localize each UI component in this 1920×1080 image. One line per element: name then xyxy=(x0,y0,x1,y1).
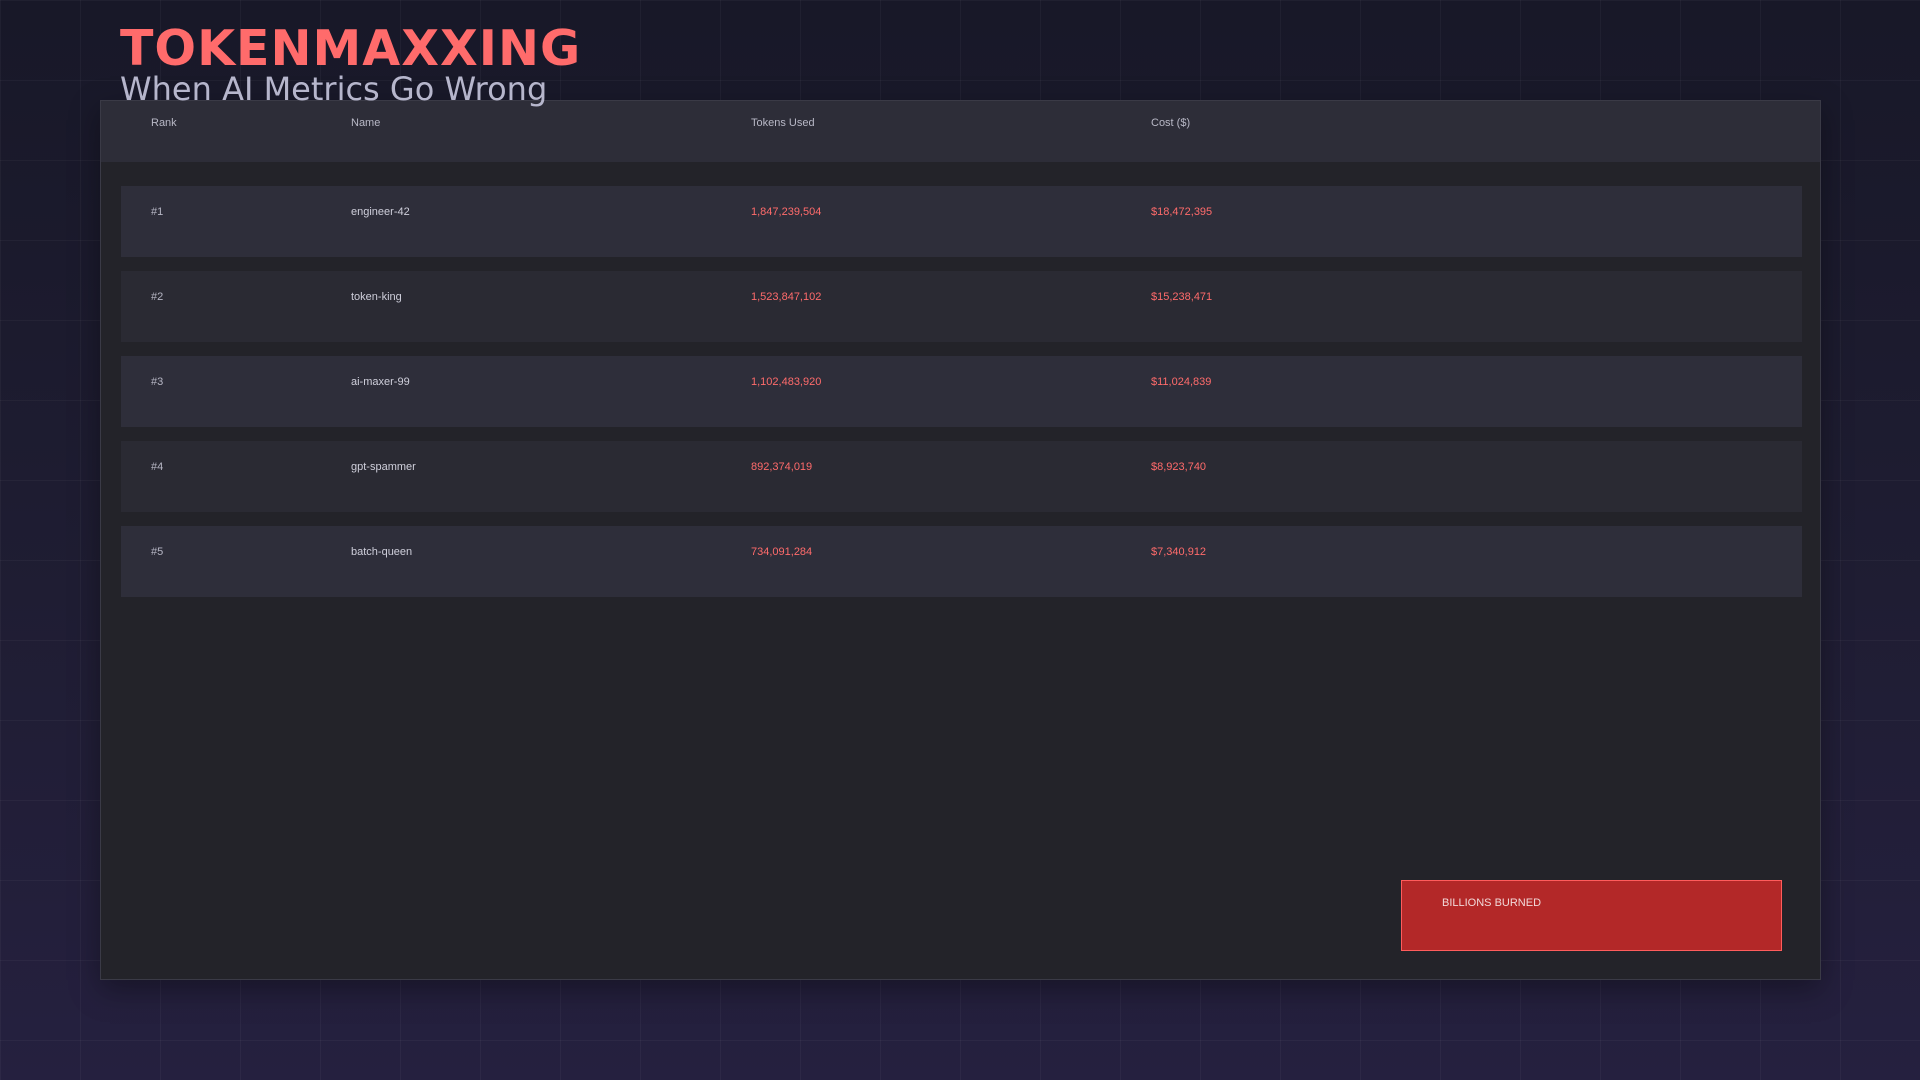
table-row: #4 gpt-spammer 892,374,019 $8,923,740 xyxy=(121,441,1802,512)
row-name: engineer-42 xyxy=(351,206,410,218)
row-rank: #2 xyxy=(151,291,164,303)
row-tokens: 892,374,019 xyxy=(751,461,813,473)
row-cost: $8,923,740 xyxy=(1151,461,1207,473)
row-rank: #5 xyxy=(151,546,164,558)
row-cost: $18,472,395 xyxy=(1151,206,1213,218)
table-header: Rank Name Tokens Used Cost ($) xyxy=(101,101,1820,162)
row-name: ai-maxer-99 xyxy=(351,376,410,388)
table-row: #2 token-king 1,523,847,102 $15,238,471 xyxy=(121,271,1802,342)
row-cost: $15,238,471 xyxy=(1151,291,1213,303)
page-title: TOKENMAXXING xyxy=(120,20,582,77)
row-rank: #4 xyxy=(151,461,164,473)
row-name: token-king xyxy=(351,291,402,303)
page-subtitle: When AI Metrics Go Wrong xyxy=(120,70,548,108)
row-name: gpt-spammer xyxy=(351,461,416,473)
column-header-cost: Cost ($) xyxy=(1151,117,1191,129)
row-rank: #3 xyxy=(151,376,164,388)
row-rank: #1 xyxy=(151,206,164,218)
column-header-tokens: Tokens Used xyxy=(751,117,815,129)
table-row: #1 engineer-42 1,847,239,504 $18,472,395 xyxy=(121,186,1802,257)
row-tokens: 1,523,847,102 xyxy=(751,291,822,303)
row-tokens: 1,102,483,920 xyxy=(751,376,822,388)
row-tokens: 734,091,284 xyxy=(751,546,813,558)
leaderboard-panel: Rank Name Tokens Used Cost ($) #1 engine… xyxy=(100,100,1821,980)
row-cost: $11,024,839 xyxy=(1151,376,1212,388)
table-row: #5 batch-queen 734,091,284 $7,340,912 xyxy=(121,526,1802,597)
column-header-name: Name xyxy=(351,117,381,129)
row-cost: $7,340,912 xyxy=(1151,546,1207,558)
row-tokens: 1,847,239,504 xyxy=(751,206,822,218)
callout-label: BILLIONS BURNED xyxy=(1442,897,1542,909)
row-name: batch-queen xyxy=(351,546,413,558)
billions-burned-callout: BILLIONS BURNED xyxy=(1401,880,1782,951)
table-row: #3 ai-maxer-99 1,102,483,920 $11,024,839 xyxy=(121,356,1802,427)
column-header-rank: Rank xyxy=(151,117,177,129)
